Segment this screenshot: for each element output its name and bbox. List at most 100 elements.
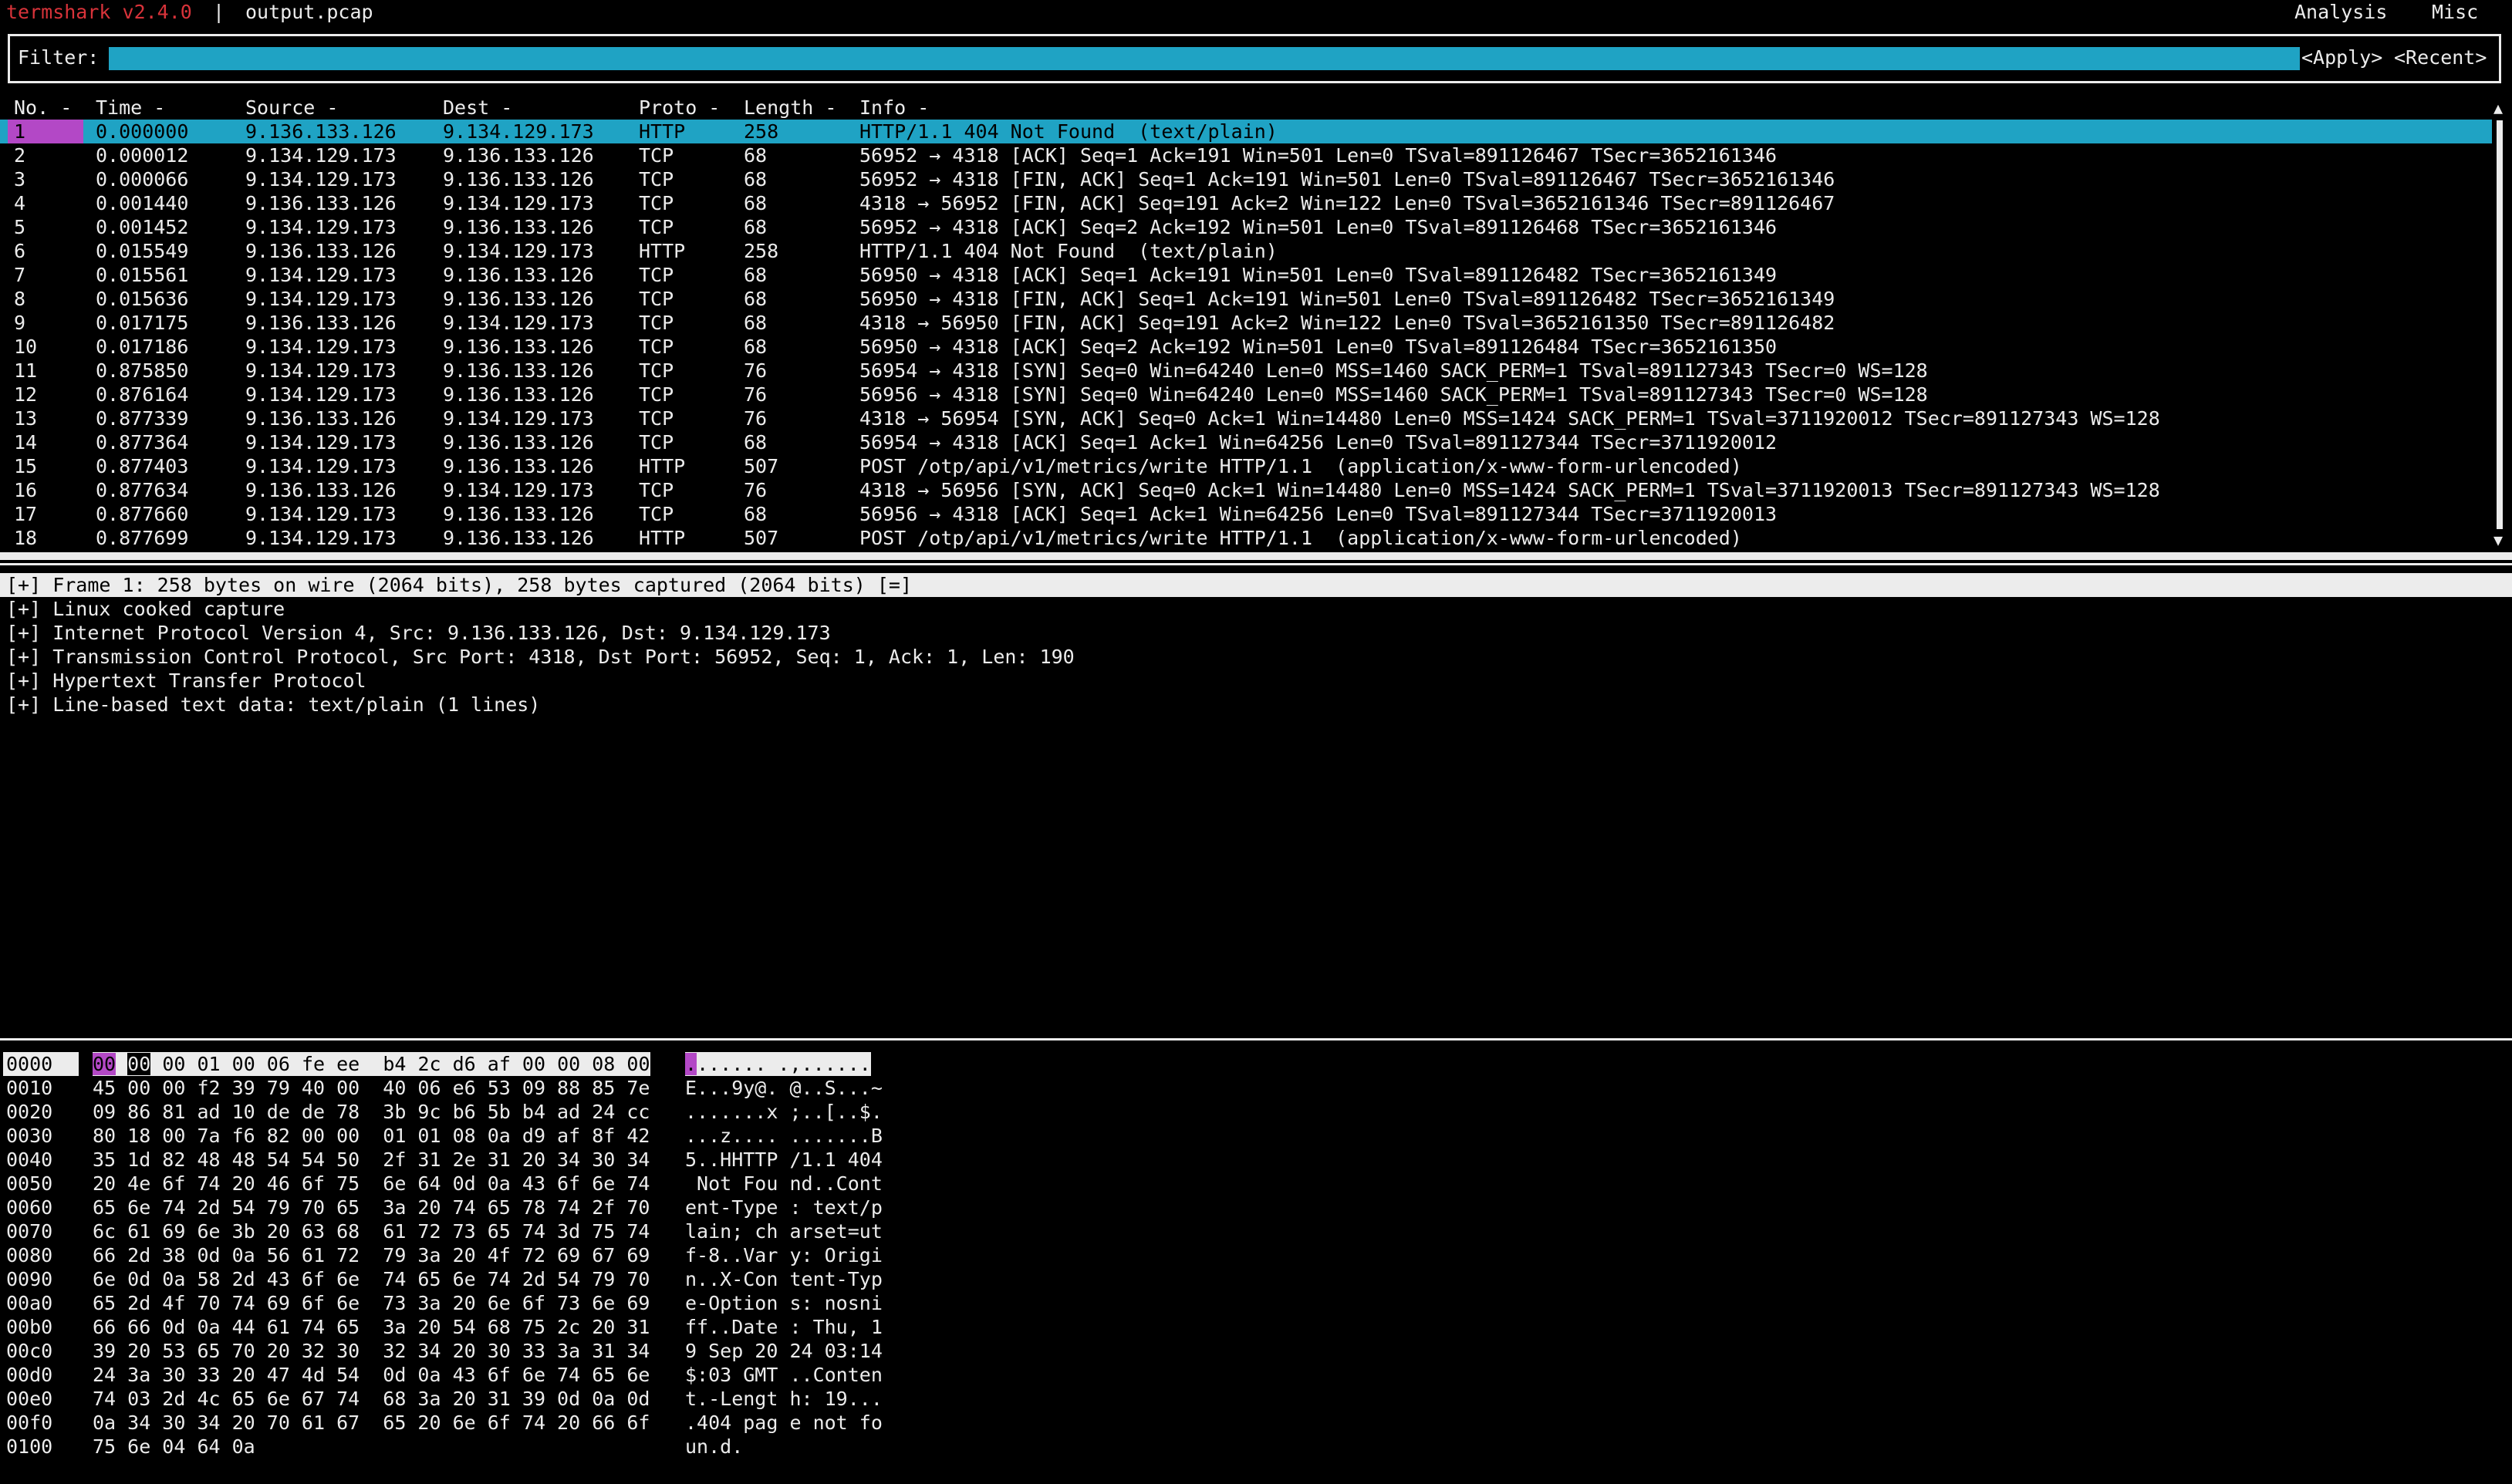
hex-bytes[interactable]: 80 18 00 7a f6 82 00 00 01 01 08 0a d9 a… (93, 1124, 650, 1148)
hex-row[interactable]: 0040 35 1d 82 48 48 54 54 50 2f 31 2e 31 … (0, 1148, 883, 1172)
hex-row[interactable]: 00c0 39 20 53 65 70 20 32 30 32 34 20 30 … (0, 1339, 883, 1363)
hex-row[interactable]: 0090 6e 0d 0a 58 2d 43 6f 6e 74 65 6e 74 … (0, 1267, 883, 1291)
scroll-up-arrow-icon[interactable]: ▲ (2493, 100, 2503, 116)
packet-row[interactable]: 16 0.877634 9.136.133.126 9.134.129.173 TCP 7… (0, 478, 2492, 502)
packet-row[interactable]: 13 0.877339 9.136.133.126 9.134.129.173 TCP 7… (0, 406, 2492, 430)
title-separator: | (213, 1, 225, 23)
column-header-proto[interactable]: Proto - (639, 96, 720, 120)
hex-byte[interactable]: 00 (127, 1053, 151, 1075)
packet-list-scrollbar[interactable]: ▲ ▼ (2493, 100, 2506, 548)
hex-row[interactable]: 0030 80 18 00 7a f6 82 00 00 01 01 08 0a … (0, 1124, 883, 1148)
hex-row[interactable]: 0050 20 4e 6f 74 20 46 6f 75 6e 64 0d 0a … (0, 1172, 883, 1196)
recent-filters-button[interactable]: <Recent> (2394, 46, 2487, 69)
tree-item-ipv4[interactable]: [+] Internet Protocol Version 4, Src: 9.… (0, 621, 2512, 645)
hex-bytes[interactable]: 75 6e 04 64 0a (93, 1435, 255, 1459)
hex-row[interactable]: 0100 75 6e 04 64 0a un.d. (0, 1435, 743, 1459)
packet-row[interactable]: 7 0.015561 9.134.129.173 9.136.133.126 TCP 68… (0, 263, 2492, 287)
column-header-info[interactable]: Info - (859, 96, 929, 120)
packet-row[interactable]: 2 0.000012 9.134.129.173 9.136.133.126 TCP 68… (0, 143, 2492, 167)
packet-row[interactable]: 5 0.001452 9.134.129.173 9.136.133.126 TCP 68… (0, 215, 2492, 239)
tree-item-tcp[interactable]: [+] Transmission Control Protocol, Src P… (0, 645, 2512, 669)
menu-analysis[interactable]: Analysis (2294, 0, 2387, 24)
column-header-no[interactable]: No. - (14, 96, 72, 120)
hex-ascii[interactable]: .......x ;..[..$. (685, 1100, 883, 1124)
tree-item-frame[interactable]: [+] Frame 1: 258 bytes on wire (2064 bit… (0, 573, 2512, 597)
hex-bytes[interactable]: 09 86 81 ad 10 de de 78 3b 9c b6 5b b4 a… (93, 1100, 650, 1124)
packet-length: 76 (744, 383, 768, 406)
hex-ascii[interactable]: n..X-Con tent-Typ (685, 1267, 883, 1291)
hex-bytes[interactable]: 65 2d 4f 70 74 69 6f 6e 73 3a 20 6e 6f 7… (93, 1291, 650, 1315)
packet-row[interactable]: 14 0.877364 9.134.129.173 9.136.133.126 TCP 6… (0, 430, 2492, 454)
column-header-length[interactable]: Length - (744, 96, 836, 120)
packet-proto: TCP (639, 264, 674, 286)
tree-item-linux-cooked-capture[interactable]: [+] Linux cooked capture (0, 597, 2512, 621)
hex-ascii[interactable]: ff..Date : Thu, 1 (685, 1315, 883, 1339)
hex-row[interactable]: 0020 09 86 81 ad 10 de de 78 3b 9c b6 5b … (0, 1100, 883, 1124)
column-header-dest[interactable]: Dest - (443, 96, 512, 120)
hex-bytes[interactable]: 6e 0d 0a 58 2d 43 6f 6e 74 65 6e 74 2d 5… (93, 1267, 650, 1291)
hex-row[interactable]: 00b0 66 66 0d 0a 44 61 74 65 3a 20 54 68 … (0, 1315, 883, 1339)
hex-row[interactable]: 0070 6c 61 69 6e 3b 20 63 68 61 72 73 65 … (0, 1219, 883, 1243)
hex-bytes[interactable]: 6c 61 69 6e 3b 20 63 68 61 72 73 65 74 3… (93, 1219, 650, 1243)
tree-item-text-data[interactable]: [+] Line-based text data: text/plain (1 … (0, 693, 2512, 717)
menu-misc[interactable]: Misc (2432, 0, 2478, 24)
packet-row[interactable]: 15 0.877403 9.134.129.173 9.136.133.126 HTTP… (0, 454, 2492, 478)
display-filter-input[interactable] (109, 47, 2300, 70)
hex-ascii[interactable]: E...9y@. @..S...~ (685, 1076, 883, 1100)
packet-row[interactable]: 6 0.015549 9.136.133.126 9.134.129.173 HTTP 2… (0, 239, 2492, 263)
column-header-source[interactable]: Source - (245, 96, 338, 120)
hex-bytes[interactable]: 39 20 53 65 70 20 32 30 32 34 20 30 33 3… (93, 1339, 650, 1363)
hex-bytes[interactable]: 65 6e 74 2d 54 79 70 65 3a 20 74 65 78 7… (93, 1196, 650, 1219)
packet-row[interactable]: 17 0.877660 9.134.129.173 9.136.133.126 TCP 6… (0, 502, 2492, 526)
hex-bytes[interactable]: 66 2d 38 0d 0a 56 61 72 79 3a 20 4f 72 6… (93, 1243, 650, 1267)
hex-bytes[interactable]: 00 00 00 01 00 06 fe ee b4 2c d6 af 00 0… (93, 1052, 650, 1076)
hex-row[interactable]: 0060 65 6e 74 2d 54 79 70 65 3a 20 74 65 … (0, 1196, 883, 1219)
apply-filter-button[interactable]: <Apply> (2301, 46, 2382, 69)
hex-ascii[interactable]: 9 Sep 20 24 03:14 (685, 1339, 883, 1363)
hex-ascii[interactable]: lain; ch arset=ut (685, 1219, 883, 1243)
hex-byte-cursor[interactable]: 00 (93, 1053, 116, 1075)
packet-info: 56950 → 4318 [ACK] Seq=2 Ack=192 Win=501… (859, 336, 1778, 358)
hex-ascii[interactable]: t.-Lengt h: 19... (685, 1387, 883, 1411)
hex-ascii[interactable]: 5..HHTTP /1.1 404 (685, 1148, 883, 1172)
scroll-down-arrow-icon[interactable]: ▼ (2493, 532, 2503, 548)
packet-row[interactable]: 18 0.877699 9.134.129.173 9.136.133.126 HTTP… (0, 526, 2492, 550)
packet-row[interactable]: 3 0.000066 9.134.129.173 9.136.133.126 TCP 68… (0, 167, 2492, 191)
packet-row[interactable]: 1 0.000000 9.136.133.126 9.134.129.173 HTTP 2… (0, 120, 2492, 143)
scrollbar-thumb[interactable] (2497, 120, 2503, 529)
hex-bytes[interactable]: 35 1d 82 48 48 54 54 50 2f 31 2e 31 20 3… (93, 1148, 650, 1172)
hex-row[interactable]: 00e0 74 03 2d 4c 65 6e 67 74 68 3a 20 31 … (0, 1387, 883, 1411)
packet-row[interactable]: 10 0.017186 9.134.129.173 9.136.133.126 TCP 6… (0, 335, 2492, 359)
ascii-cursor[interactable]: . (685, 1053, 697, 1075)
hex-ascii[interactable]: ent-Type : text/p (685, 1196, 883, 1219)
hex-bytes[interactable]: 74 03 2d 4c 65 6e 67 74 68 3a 20 31 39 0… (93, 1387, 650, 1411)
hex-ascii[interactable]: .404 pag e not fo (685, 1411, 883, 1435)
column-header-time[interactable]: Time - (96, 96, 165, 120)
hex-ascii[interactable]: e-Option s: nosni (685, 1291, 883, 1315)
hex-bytes[interactable]: 0a 34 30 34 20 70 61 67 65 20 6e 6f 74 2… (93, 1411, 650, 1435)
hex-ascii[interactable]: ....... .,...... (685, 1052, 871, 1076)
packet-row[interactable]: 9 0.017175 9.136.133.126 9.134.129.173 TCP 68… (0, 311, 2492, 335)
hex-row[interactable]: 00 00 00 00 00 01 00 06 fe ee b4 2c d6 af… (0, 1052, 871, 1076)
packet-row[interactable]: 8 0.015636 9.134.129.173 9.136.133.126 TCP 68… (0, 287, 2492, 311)
hex-ascii[interactable]: un.d. (685, 1435, 743, 1459)
packet-row[interactable]: 11 0.875850 9.134.129.173 9.136.133.126 TCP 7… (0, 359, 2492, 383)
hex-row[interactable]: 0080 66 2d 38 0d 0a 56 61 72 79 3a 20 4f … (0, 1243, 883, 1267)
hex-ascii[interactable]: $:03 GMT ..Conten (685, 1363, 883, 1387)
hex-ascii[interactable]: ...z.... .......B (685, 1124, 883, 1148)
packet-row[interactable]: 12 0.876164 9.134.129.173 9.136.133.126 TCP 7… (0, 383, 2492, 406)
hex-ascii[interactable]: f-8..Var y: Origi (685, 1243, 883, 1267)
pane-divider-hex[interactable] (0, 1038, 2512, 1040)
hex-row[interactable]: 00d0 24 3a 30 33 20 47 4d 54 0d 0a 43 6f … (0, 1363, 883, 1387)
hex-row[interactable]: 00a0 65 2d 4f 70 74 69 6f 6e 73 3a 20 6e … (0, 1291, 883, 1315)
hex-bytes[interactable]: 24 3a 30 33 20 47 4d 54 0d 0a 43 6f 6e 7… (93, 1363, 650, 1387)
hex-row[interactable]: 00f0 0a 34 30 34 20 70 61 67 65 20 6e 6f … (0, 1411, 883, 1435)
hex-bytes[interactable]: 66 66 0d 0a 44 61 74 65 3a 20 54 68 75 2… (93, 1315, 650, 1339)
hex-bytes[interactable]: 20 4e 6f 74 20 46 6f 75 6e 64 0d 0a 43 6… (93, 1172, 650, 1196)
hex-bytes[interactable]: 45 00 00 f2 39 79 40 00 40 06 e6 53 09 8… (93, 1076, 650, 1100)
tree-item-http[interactable]: [+] Hypertext Transfer Protocol (0, 669, 2512, 693)
hex-ascii[interactable]: Not Fou nd..Cont (685, 1172, 883, 1196)
packet-row[interactable]: 4 0.001440 9.136.133.126 9.134.129.173 TCP 68… (0, 191, 2492, 215)
pane-divider[interactable] (0, 552, 2512, 560)
hex-row[interactable]: 0010 45 00 00 f2 39 79 40 00 40 06 e6 53 … (0, 1076, 883, 1100)
